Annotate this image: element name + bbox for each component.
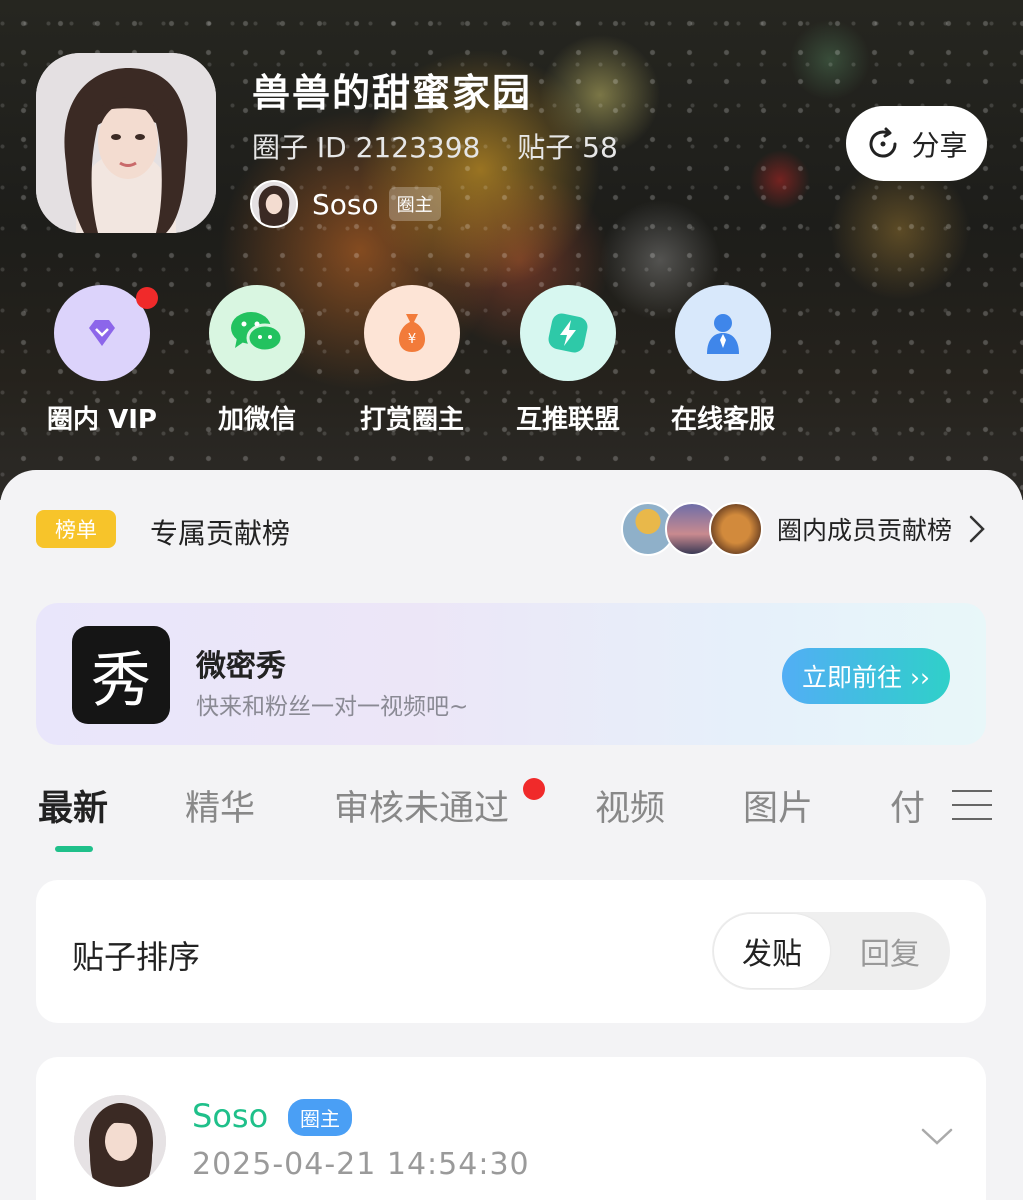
sort-toggle[interactable]: 发贴 回复 bbox=[712, 912, 950, 990]
quick-action-label: 圈内 VIP bbox=[47, 405, 157, 435]
sort-label: 贴子排序 bbox=[72, 938, 201, 976]
quick-action-tip-owner[interactable]: ¥ 打赏圈主 bbox=[337, 285, 487, 436]
post-timestamp: 2025-04-21 14:54:30 bbox=[192, 1147, 530, 1182]
quick-action-support[interactable]: 在线客服 bbox=[648, 285, 798, 436]
ranking-title: 专属贡献榜 bbox=[150, 517, 291, 550]
top-contributors-avatars bbox=[620, 502, 763, 556]
quick-action-wechat[interactable]: 加微信 bbox=[182, 285, 332, 436]
menu-icon[interactable] bbox=[952, 790, 992, 820]
content-panel: 榜单 专属贡献榜 圈内成员贡献榜 秀 微密秀 快来和粉丝一对一视频吧~ 立即前往… bbox=[0, 470, 1023, 1200]
circle-title: 兽兽的甜蜜家园 bbox=[252, 71, 533, 115]
promo-subtitle: 快来和粉丝一对一视频吧~ bbox=[196, 694, 469, 720]
tab-rejected[interactable]: 审核未通过 bbox=[334, 780, 509, 831]
circle-id: 圈子 ID 2123398 bbox=[252, 131, 481, 164]
circle-meta: 圈子 ID 2123398 贴子 58 bbox=[252, 126, 646, 166]
member-ranking-link[interactable]: 圈内成员贡献榜 bbox=[620, 502, 986, 556]
money-bag-icon: ¥ bbox=[364, 285, 460, 381]
svg-text:¥: ¥ bbox=[408, 332, 416, 347]
sort-option-post[interactable]: 发贴 bbox=[714, 914, 830, 988]
diamond-icon bbox=[54, 285, 158, 381]
post-card[interactable]: Soso 圈主 2025-04-21 14:54:30 bbox=[36, 1057, 986, 1200]
post-sort-card: 贴子排序 发贴 回复 bbox=[36, 880, 986, 1023]
chevron-right-icon bbox=[969, 515, 985, 543]
portrait-image bbox=[36, 53, 216, 233]
quick-action-label: 互推联盟 bbox=[515, 405, 620, 435]
circle-cover-avatar[interactable] bbox=[36, 53, 216, 233]
tab-featured[interactable]: 精华 bbox=[185, 780, 255, 831]
tab-images[interactable]: 图片 bbox=[743, 780, 813, 831]
post-count: 贴子 58 bbox=[517, 131, 618, 164]
owner-name: Soso bbox=[312, 187, 379, 221]
content-tabs: 最新 精华 审核未通过 视频 图片 付 bbox=[0, 778, 1023, 852]
app-logo: 秀 bbox=[72, 626, 170, 724]
quick-actions: 圈内 VIP 加微信 ¥ 打赏圈主 互推联盟 在线客服 bbox=[0, 285, 1023, 445]
tab-video[interactable]: 视频 bbox=[595, 780, 665, 831]
contribution-ranking-row[interactable]: 榜单 专属贡献榜 圈内成员贡献榜 bbox=[36, 502, 986, 556]
tabs-fade bbox=[920, 780, 950, 840]
share-button[interactable]: 分享 bbox=[846, 106, 987, 181]
notification-dot bbox=[523, 778, 545, 800]
quick-action-label: 打赏圈主 bbox=[359, 405, 464, 435]
chevron-down-icon[interactable] bbox=[920, 1127, 954, 1147]
quick-action-label: 加微信 bbox=[217, 405, 296, 435]
quick-action-vip[interactable]: 圈内 VIP bbox=[27, 285, 177, 436]
owner-avatar bbox=[250, 180, 298, 228]
avatar[interactable] bbox=[74, 1095, 166, 1187]
sort-option-reply[interactable]: 回复 bbox=[830, 912, 950, 990]
share-icon bbox=[870, 127, 897, 158]
author-role-badge: 圈主 bbox=[288, 1099, 352, 1136]
quick-action-alliance[interactable]: 互推联盟 bbox=[493, 285, 643, 436]
header-background: 兽兽的甜蜜家园 圈子 ID 2123398 贴子 58 Soso 圈主 分享 圈… bbox=[0, 0, 1023, 500]
go-now-button[interactable]: 立即前往 ›› bbox=[782, 648, 950, 704]
active-tab-indicator bbox=[55, 846, 93, 852]
lightning-icon bbox=[520, 285, 616, 381]
promo-title: 微密秀 bbox=[196, 649, 286, 684]
post-author-name[interactable]: Soso bbox=[192, 1097, 268, 1135]
tab-latest[interactable]: 最新 bbox=[38, 780, 108, 831]
support-agent-icon bbox=[675, 285, 771, 381]
wechat-icon bbox=[209, 285, 305, 381]
promo-banner[interactable]: 秀 微密秀 快来和粉丝一对一视频吧~ 立即前往 ›› bbox=[36, 603, 986, 745]
ranking-badge: 榜单 bbox=[36, 510, 116, 548]
owner-info[interactable]: Soso 圈主 bbox=[250, 180, 441, 228]
member-ranking-label: 圈内成员贡献榜 bbox=[776, 516, 952, 545]
share-label: 分享 bbox=[911, 128, 968, 162]
quick-action-label: 在线客服 bbox=[670, 405, 775, 435]
owner-role-badge: 圈主 bbox=[388, 187, 441, 221]
notification-dot bbox=[136, 287, 158, 309]
avatar bbox=[708, 502, 763, 556]
